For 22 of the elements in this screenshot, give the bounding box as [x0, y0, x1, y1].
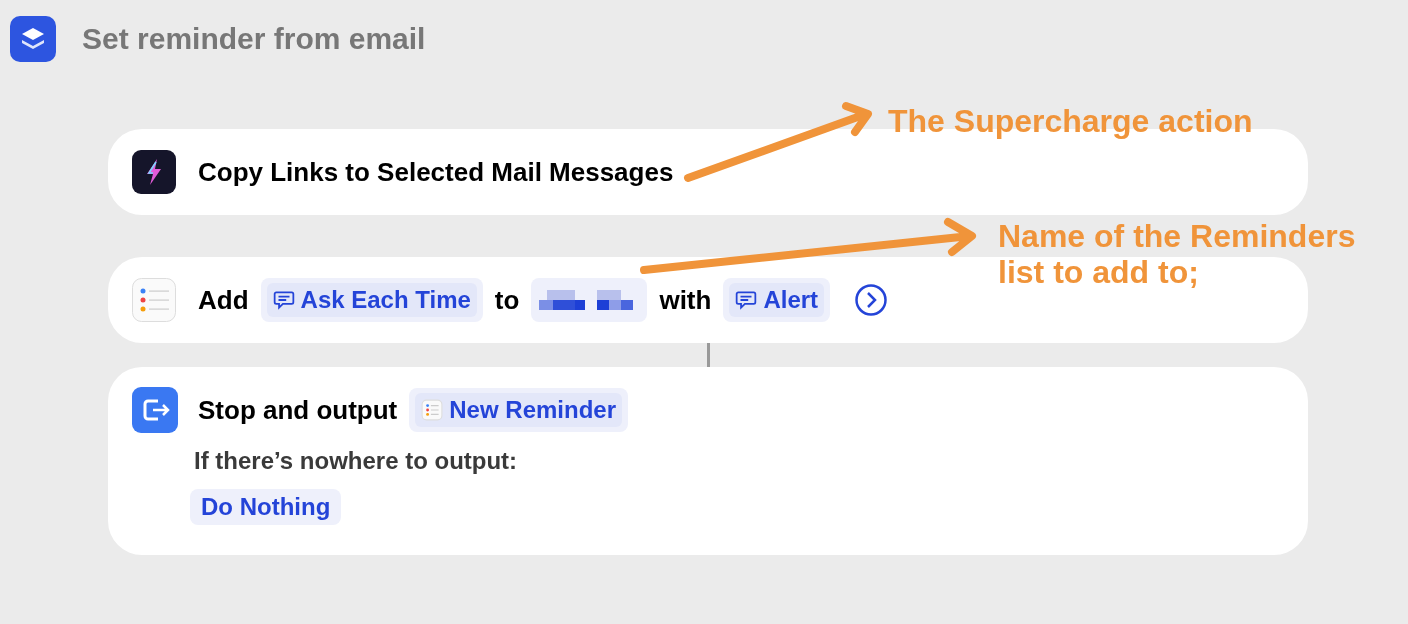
action-text: to [494, 284, 520, 316]
shortcut-title[interactable]: Set reminder from email [82, 22, 426, 56]
variable-token[interactable]: New Reminder [415, 393, 622, 427]
expand-chevron-icon[interactable] [854, 283, 889, 317]
lightning-bolt-icon [132, 150, 176, 194]
app-icon [10, 16, 56, 62]
annotation-text: The Supercharge action [888, 103, 1253, 139]
list-icon [132, 278, 176, 322]
list-icon [421, 399, 444, 421]
action-text: Stop and output [198, 394, 398, 426]
fallback-option[interactable]: Do Nothing [190, 489, 342, 525]
action-text: Add [198, 284, 249, 316]
action-text: Copy Links to Selected Mail Messages [198, 156, 674, 188]
speech-bubble-icon [272, 289, 295, 311]
variable-token[interactable]: Alert [729, 283, 825, 317]
fallback-label: If there’s nowhere to output: [194, 447, 518, 475]
speech-bubble-icon [735, 289, 758, 311]
variable-token[interactable]: Ask Each Time [266, 283, 477, 317]
exit-icon [132, 387, 178, 433]
action-text: with [659, 284, 712, 316]
annotation-text: Name of the Reminders list to add to; [998, 218, 1357, 290]
pixelated-token[interactable] [531, 278, 648, 322]
